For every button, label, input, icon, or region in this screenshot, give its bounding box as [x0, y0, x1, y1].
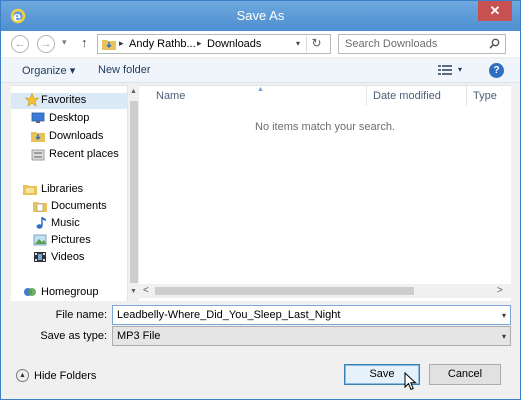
sidebar-item-label: Documents — [51, 200, 107, 212]
recent-locations-dropdown[interactable]: ▾ — [62, 37, 67, 48]
empty-folder-message: No items match your search. — [255, 121, 395, 133]
navigation-pane-scrollbar[interactable]: ▲ ▼ — [127, 85, 139, 301]
search-input[interactable]: Search Downloads — [345, 38, 437, 50]
scroll-right-arrow[interactable]: > — [497, 285, 503, 296]
sidebar-item-label: Pictures — [51, 234, 91, 246]
breadcrumb-separator: ▸ — [197, 38, 202, 48]
navigation-bar: ← → ▾ ↑ ▸ Andy Rathb... ▸ Downloads ▾ ↻ … — [1, 31, 520, 57]
chevron-up-icon: ▲ — [16, 369, 29, 382]
search-icon[interactable] — [489, 38, 500, 49]
breadcrumb-separator: ▸ — [119, 38, 124, 48]
help-icon[interactable]: ? — [489, 63, 504, 78]
forward-button[interactable]: → — [37, 35, 55, 53]
view-options-icon[interactable] — [438, 65, 452, 76]
back-button[interactable]: ← — [11, 35, 29, 53]
scroll-down-arrow[interactable]: ▼ — [130, 288, 137, 295]
search-box[interactable]: Search Downloads — [338, 34, 506, 54]
scrollbar-thumb[interactable] — [130, 101, 138, 283]
column-divider[interactable] — [366, 86, 367, 106]
hide-folders-label: Hide Folders — [34, 370, 97, 382]
organize-menu[interactable]: Organize ▾ — [22, 64, 75, 77]
file-name-dropdown-button[interactable]: ▾ — [502, 311, 506, 320]
sidebar-item-label: Recent places — [49, 148, 119, 160]
title-bar: e Save As ✕ — [1, 1, 520, 31]
sidebar-item-label: Homegroup — [41, 286, 99, 298]
cancel-button[interactable]: Cancel — [429, 364, 501, 385]
view-options-dropdown[interactable]: ▾ — [458, 65, 462, 74]
close-button[interactable]: ✕ — [478, 1, 512, 21]
new-folder-button[interactable]: New folder — [98, 64, 151, 76]
pictures-icon — [33, 234, 47, 246]
sidebar-item-label: Videos — [51, 251, 85, 263]
downloads-icon — [31, 132, 45, 142]
navigation-pane: Favorites Desktop Downloads Recent place… — [11, 85, 137, 301]
file-name-field[interactable]: Leadbelly-Where_Did_You_Sleep_Last_Night… — [112, 305, 511, 325]
music-icon — [36, 217, 46, 229]
scroll-left-arrow[interactable]: < — [143, 285, 149, 296]
mouse-pointer-icon — [404, 372, 417, 391]
column-header-name[interactable]: Name — [156, 90, 185, 102]
star-icon — [25, 93, 39, 107]
sidebar-item-label: Favorites — [41, 94, 87, 106]
libraries-icon — [23, 185, 37, 195]
save-as-type-value: MP3 File — [117, 330, 161, 342]
breadcrumb-item[interactable]: Downloads — [207, 38, 261, 50]
breadcrumb-item[interactable]: Andy Rathb... — [129, 38, 196, 50]
sidebar-item-favorites[interactable]: Favorites — [11, 93, 137, 109]
up-button[interactable]: ↑ — [81, 35, 88, 50]
column-divider[interactable] — [466, 86, 467, 106]
file-name-input[interactable]: Leadbelly-Where_Did_You_Sleep_Last_Night — [117, 309, 340, 321]
scroll-up-arrow[interactable]: ▲ — [130, 88, 137, 95]
refresh-button[interactable]: ↻ — [306, 36, 326, 52]
save-as-type-label: Save as type: — [40, 330, 107, 342]
save-as-dialog: e Save As ✕ ← → ▾ ↑ ▸ Andy Rathb... ▸ Do… — [0, 0, 521, 400]
sidebar-item-label: Desktop — [49, 112, 90, 124]
column-header-date-modified[interactable]: Date modified — [373, 90, 441, 102]
sidebar-item-label: Libraries — [41, 183, 84, 195]
address-bar[interactable]: ▸ Andy Rathb... ▸ Downloads ▾ ↻ — [97, 34, 331, 54]
desktop-icon — [31, 112, 45, 123]
save-as-type-select[interactable]: MP3 File ▾ — [112, 326, 511, 346]
sort-indicator-icon: ▲ — [257, 86, 264, 93]
window-title: Save As — [236, 8, 285, 23]
command-bar: Organize ▾ New folder ▾ ? — [1, 59, 520, 83]
recent-places-icon — [31, 149, 45, 161]
file-name-label: File name: — [55, 309, 107, 321]
folder-download-icon — [102, 40, 116, 50]
scrollbar-thumb[interactable] — [155, 287, 414, 295]
address-dropdown-button[interactable]: ▾ — [296, 39, 300, 48]
homegroup-icon — [24, 288, 36, 296]
documents-icon — [33, 202, 47, 212]
sidebar-item-label: Downloads — [49, 130, 104, 142]
videos-icon — [34, 252, 46, 262]
chevron-down-icon[interactable]: ▾ — [502, 332, 506, 341]
horizontal-scrollbar[interactable]: < > — [139, 284, 511, 298]
file-list[interactable]: ▲ Name Date modified Type No items match… — [139, 85, 511, 301]
column-header-type[interactable]: Type — [473, 90, 497, 102]
sidebar-item-label: Music — [51, 217, 80, 229]
